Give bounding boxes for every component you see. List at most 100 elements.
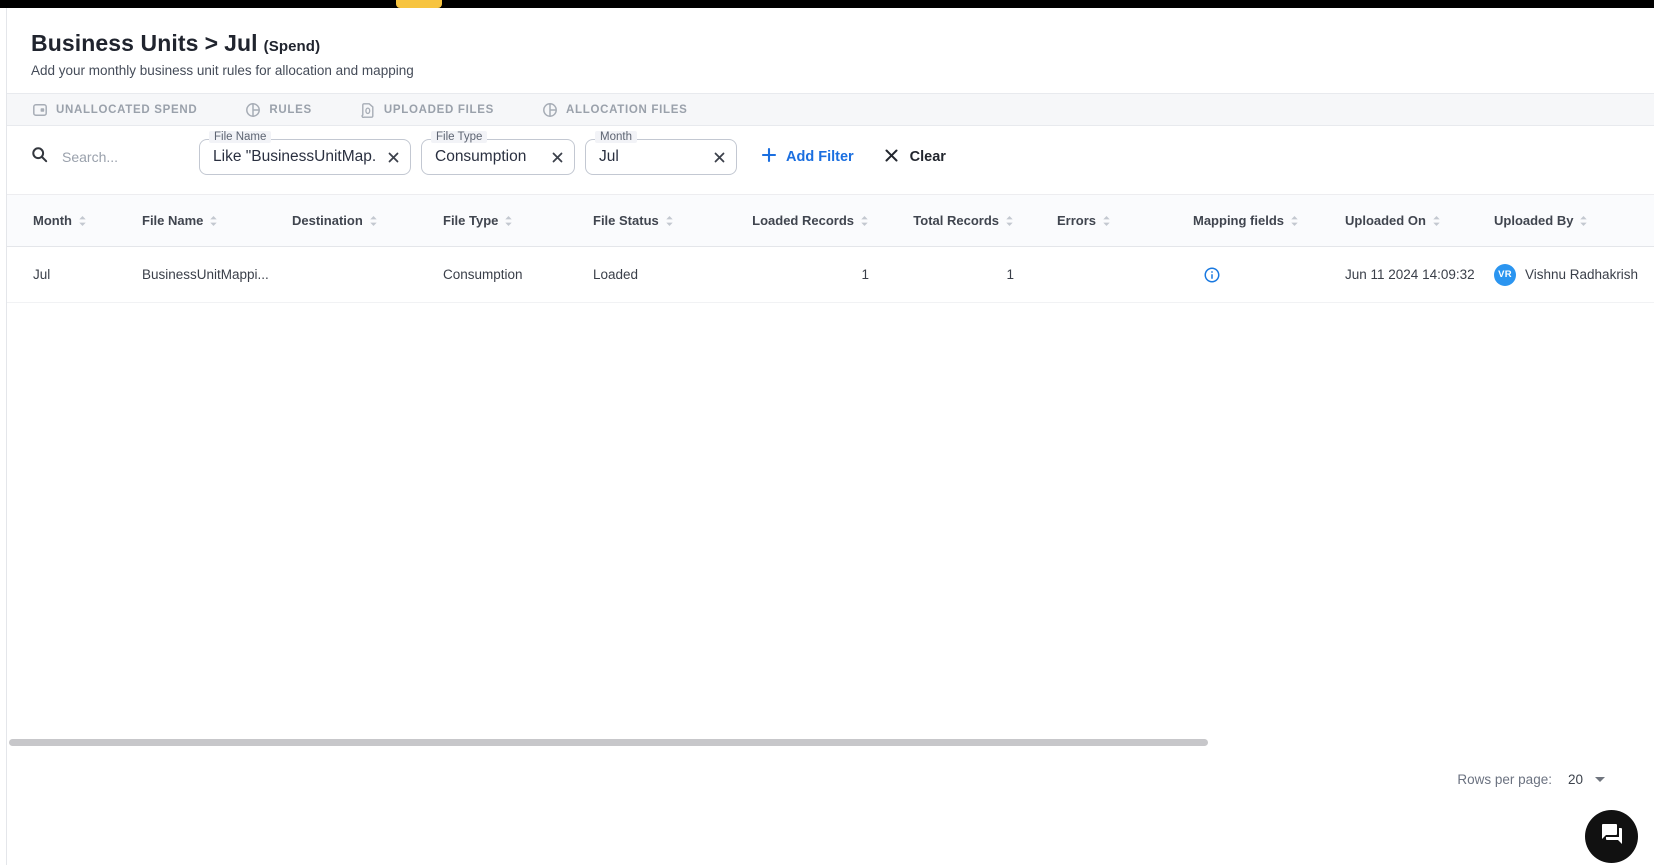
table-row[interactable]: Jul BusinessUnitMappi... Consumption Loa… <box>7 247 1654 303</box>
breadcrumb-suffix: (Spend) <box>263 38 321 55</box>
pie-chart-icon <box>245 102 261 118</box>
tab-label: Uploaded Files <box>383 103 494 116</box>
column-header-uploaded-by[interactable]: Uploaded By <box>1494 213 1654 228</box>
column-label: Mapping fields <box>1193 213 1284 228</box>
breadcrumb: Business Units > Jul (Spend) <box>31 30 1654 57</box>
active-tab-indicator[interactable] <box>396 0 442 8</box>
tab-label: Allocation Files <box>566 103 688 116</box>
info-icon[interactable] <box>1203 266 1221 284</box>
tab-rules[interactable]: Rules <box>245 102 311 118</box>
sort-icon[interactable] <box>209 215 218 227</box>
column-header-file-type[interactable]: File Type <box>443 213 593 228</box>
sort-icon[interactable] <box>369 215 378 227</box>
column-label: Uploaded By <box>1494 213 1574 228</box>
column-header-total-records[interactable]: Total Records <box>875 213 1020 228</box>
tab-allocation-files[interactable]: Allocation Files <box>542 102 688 118</box>
column-label: Total Records <box>913 213 999 228</box>
files-table: Month File Name Destination File Type Fi… <box>7 194 1654 750</box>
plus-icon <box>761 147 777 167</box>
chat-fab-button[interactable] <box>1585 810 1638 863</box>
column-label: File Type <box>443 213 499 228</box>
filter-chip-label: Month <box>595 131 637 143</box>
tab-uploaded-files[interactable]: Uploaded Files <box>360 102 494 118</box>
cell-month: Jul <box>33 267 51 282</box>
filter-chip-file-name[interactable]: File Name Like "BusinessUnitMap... <box>199 131 411 175</box>
column-label: Destination <box>292 213 363 228</box>
column-header-uploaded-on[interactable]: Uploaded On <box>1345 213 1494 228</box>
filter-chip-value: Consumption <box>435 148 527 165</box>
chevron-down-icon[interactable] <box>1595 777 1605 782</box>
column-header-month[interactable]: Month <box>7 213 142 228</box>
filter-bar: File Name Like "BusinessUnitMap... File … <box>7 126 1654 188</box>
column-label: Loaded Records <box>752 213 854 228</box>
clear-label: Clear <box>909 149 946 165</box>
sort-icon[interactable] <box>78 215 87 227</box>
breadcrumb-root[interactable]: Business Units <box>31 30 199 56</box>
cell-total-records: 1 <box>1006 267 1014 282</box>
search-input[interactable] <box>62 149 172 165</box>
tab-label: Rules <box>269 103 312 116</box>
filter-chip-month[interactable]: Month Jul <box>585 131 737 175</box>
add-filter-button[interactable]: Add Filter <box>761 147 854 167</box>
filter-chip-file-type[interactable]: File Type Consumption <box>421 131 575 175</box>
sort-icon[interactable] <box>504 215 513 227</box>
uploaded-by-name: Vishnu Radhakrish <box>1525 267 1639 282</box>
page-subtitle: Add your monthly business unit rules for… <box>31 63 414 78</box>
tab-unallocated-spend[interactable]: Unallocated Spend <box>32 102 197 118</box>
filter-chip-label: File Name <box>209 131 272 143</box>
close-icon <box>884 148 899 167</box>
app-window: Business Units > Jul (Spend) Add your month… <box>6 8 1654 865</box>
search-box[interactable] <box>31 146 189 168</box>
search-icon <box>31 146 48 168</box>
breadcrumb-separator: > <box>204 30 219 56</box>
column-label: File Name <box>142 213 204 228</box>
sort-icon[interactable] <box>1005 215 1014 227</box>
tab-bar: Unallocated Spend Rules Uploaded Files A… <box>7 93 1654 126</box>
column-label: File Status <box>593 213 659 228</box>
cell-file-type: Consumption <box>443 267 523 282</box>
add-filter-label: Add Filter <box>786 149 854 165</box>
card-icon <box>32 102 48 118</box>
sort-icon[interactable] <box>1290 215 1299 227</box>
document-clip-icon <box>360 102 376 118</box>
column-header-errors[interactable]: Errors <box>1020 213 1151 228</box>
clear-filters-button[interactable]: Clear <box>884 148 946 167</box>
horizontal-scrollbar[interactable] <box>9 739 1208 746</box>
sort-icon[interactable] <box>1102 215 1111 227</box>
filter-chip-value: Like "BusinessUnitMap... <box>213 148 377 165</box>
cell-uploaded-by: VR Vishnu Radhakrish <box>1494 263 1654 286</box>
column-header-destination[interactable]: Destination <box>292 213 443 228</box>
chat-icon <box>1600 822 1624 851</box>
cell-file-status: Loaded <box>593 267 639 282</box>
table-header-row: Month File Name Destination File Type Fi… <box>7 195 1654 247</box>
sort-icon[interactable] <box>1579 215 1588 227</box>
column-header-file-status[interactable]: File Status <box>593 213 738 228</box>
cell-file-name: BusinessUnitMappi... <box>142 267 269 282</box>
sort-icon[interactable] <box>1432 215 1441 227</box>
breadcrumb-current: Jul <box>224 30 258 56</box>
rows-per-page-label: Rows per page: <box>1457 772 1552 787</box>
avatar: VR <box>1494 263 1516 286</box>
sort-icon[interactable] <box>860 215 869 227</box>
cell-mapping-fields <box>1151 266 1345 284</box>
column-header-loaded-records[interactable]: Loaded Records <box>738 213 875 228</box>
remove-filter-icon[interactable] <box>551 151 564 164</box>
pagination-bar: Rows per page: 20 <box>7 772 1654 787</box>
column-label: Errors <box>1057 213 1097 228</box>
cell-uploaded-on: Jun 11 2024 14:09:32 <box>1345 267 1475 282</box>
remove-filter-icon[interactable] <box>713 151 726 164</box>
rows-per-page-value[interactable]: 20 <box>1568 772 1583 787</box>
column-header-mapping-fields[interactable]: Mapping fields <box>1151 213 1345 228</box>
tab-label: Unallocated Spend <box>56 103 198 116</box>
browser-top-strip <box>0 0 1654 8</box>
column-label: Month <box>33 213 72 228</box>
sort-icon[interactable] <box>665 215 674 227</box>
page-header: Business Units > Jul (Spend) Add your month… <box>7 8 1654 78</box>
cell-loaded-records: 1 <box>861 267 869 282</box>
column-label: Uploaded On <box>1345 213 1426 228</box>
pie-chart-icon <box>542 102 558 118</box>
column-header-file-name[interactable]: File Name <box>142 213 292 228</box>
remove-filter-icon[interactable] <box>387 151 400 164</box>
filter-chip-value: Jul <box>599 148 619 165</box>
filter-chip-label: File Type <box>431 131 488 143</box>
